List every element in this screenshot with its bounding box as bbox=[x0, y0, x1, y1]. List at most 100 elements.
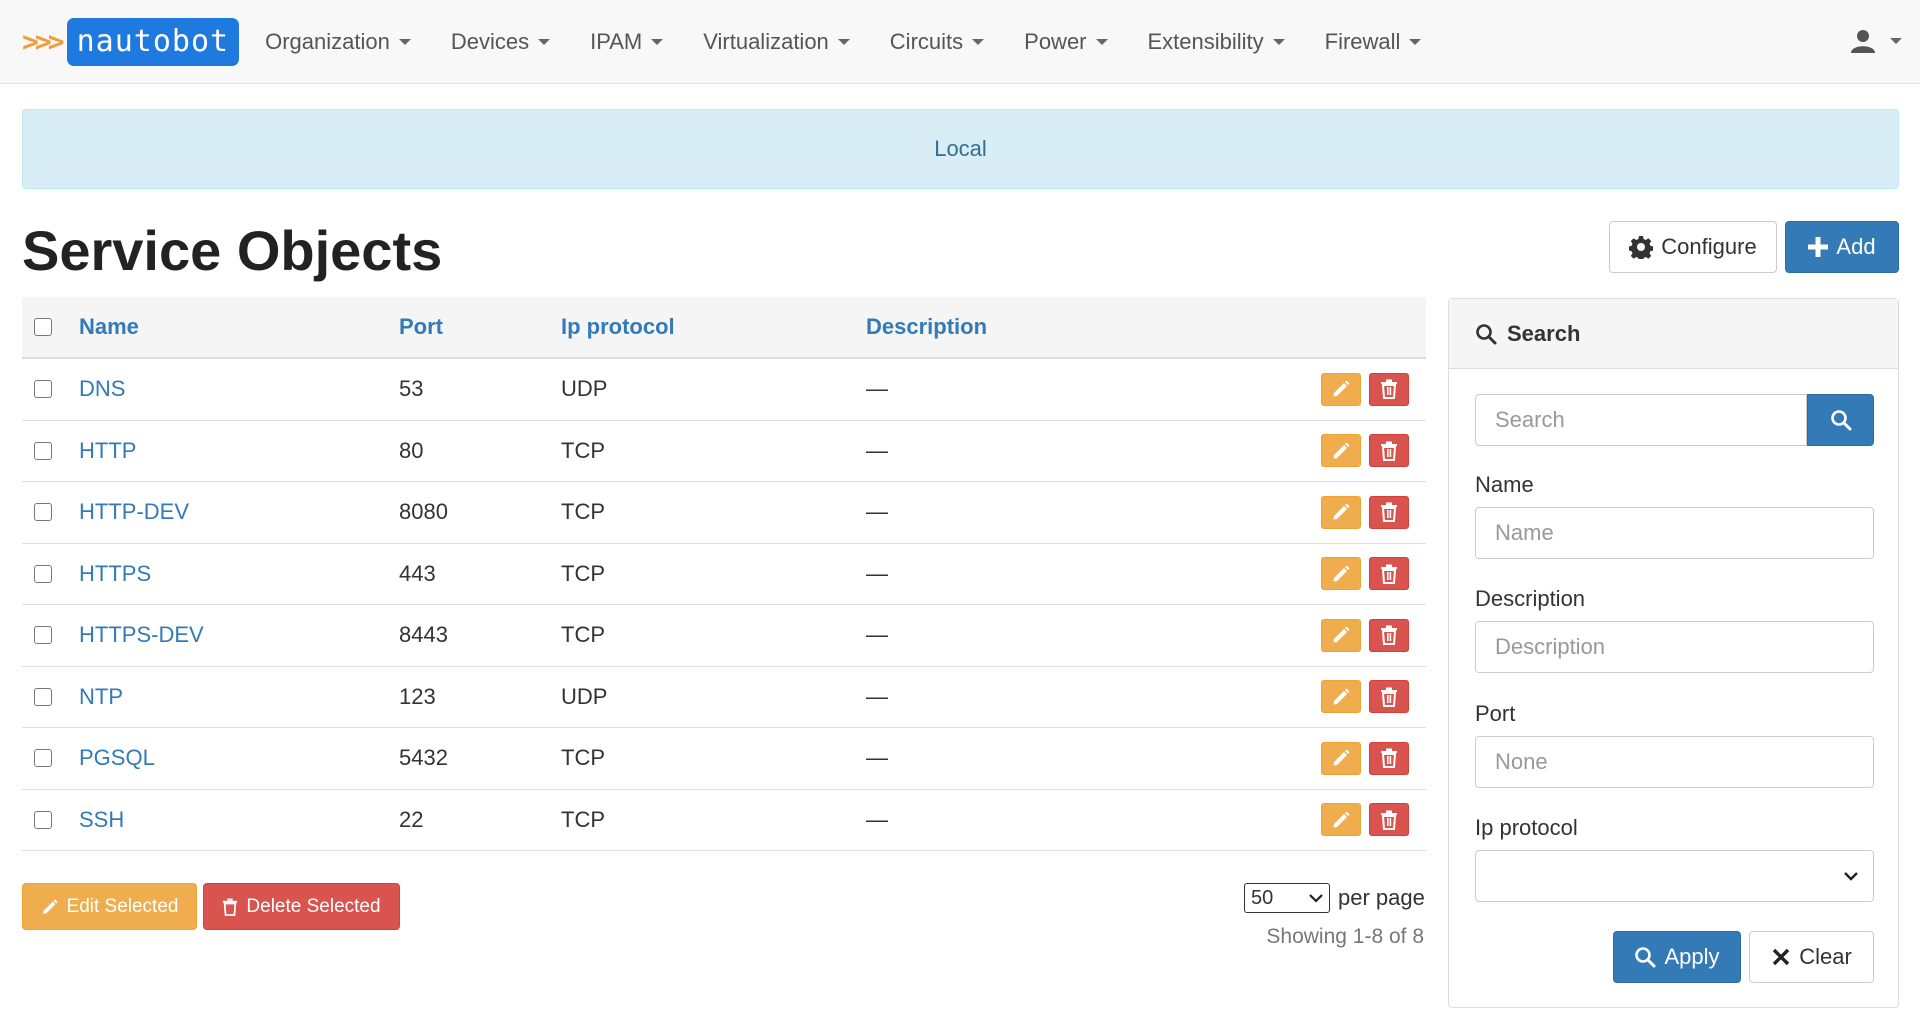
clear-button[interactable]: Clear bbox=[1749, 931, 1874, 983]
delete-row-button[interactable] bbox=[1369, 557, 1409, 591]
row-checkbox[interactable] bbox=[34, 380, 52, 399]
ip-protocol-cell: TCP bbox=[561, 499, 605, 525]
pencil-icon bbox=[1333, 626, 1350, 643]
edit-row-button[interactable] bbox=[1321, 372, 1361, 406]
service-name-link[interactable]: HTTP bbox=[79, 438, 136, 463]
ip-protocol-cell: TCP bbox=[561, 622, 605, 648]
nav-item-virtualization[interactable]: Virtualization bbox=[703, 29, 850, 55]
brand-logo[interactable]: >>> nautobot bbox=[22, 17, 240, 66]
row-checkbox[interactable] bbox=[34, 441, 52, 460]
row-checkbox[interactable] bbox=[34, 810, 52, 829]
nav-item-devices[interactable]: Devices bbox=[450, 28, 551, 55]
column-header-ip-protocol[interactable]: Ip protocol bbox=[561, 314, 866, 340]
delete-row-button[interactable] bbox=[1369, 680, 1409, 714]
apply-button[interactable]: Apply bbox=[1613, 931, 1741, 983]
search-submit-button[interactable] bbox=[1807, 394, 1874, 446]
edit-row-button[interactable] bbox=[1321, 803, 1361, 837]
user-menu[interactable] bbox=[1850, 28, 1902, 54]
per-page-select[interactable]: 50 bbox=[1244, 883, 1330, 913]
select-all-checkbox[interactable] bbox=[34, 318, 52, 336]
port-cell: 22 bbox=[399, 806, 424, 832]
pencil-icon bbox=[1333, 503, 1350, 520]
pencil-icon bbox=[1333, 565, 1350, 582]
brand-text: nautobot bbox=[66, 17, 240, 66]
ip-protocol-select[interactable] bbox=[1475, 850, 1874, 902]
pagination-summary: Showing 1-8 of 8 bbox=[1266, 925, 1424, 948]
delete-row-button[interactable] bbox=[1369, 803, 1409, 837]
row-checkbox[interactable] bbox=[34, 749, 52, 768]
edit-selected-button[interactable]: Edit Selected bbox=[22, 883, 197, 930]
service-name-link[interactable]: PGSQL bbox=[79, 745, 155, 770]
column-header-description[interactable]: Description bbox=[866, 314, 1321, 340]
plus-icon bbox=[1808, 237, 1829, 257]
edit-row-button[interactable] bbox=[1321, 495, 1361, 529]
nav-item-power[interactable]: Power bbox=[1024, 29, 1108, 55]
ip-protocol-cell: TCP bbox=[561, 745, 605, 771]
per-page-control: 50 per page bbox=[1244, 883, 1425, 913]
delete-row-button[interactable] bbox=[1369, 434, 1409, 468]
nav-item-organization[interactable]: Organization bbox=[265, 29, 411, 55]
service-name-link[interactable]: HTTPS-DEV bbox=[79, 622, 204, 647]
service-name-link[interactable]: NTP bbox=[79, 684, 123, 709]
service-name-link[interactable]: SSH bbox=[79, 807, 124, 832]
page-title: Service Objects bbox=[22, 219, 443, 282]
edit-row-button[interactable] bbox=[1321, 680, 1361, 714]
trash-icon bbox=[1381, 687, 1397, 707]
edit-row-button[interactable] bbox=[1321, 434, 1361, 468]
configure-button[interactable]: Configure bbox=[1609, 221, 1777, 273]
chevron-down-icon bbox=[1309, 894, 1323, 903]
nav-item-label: Circuits bbox=[889, 28, 964, 54]
ip-protocol-cell: TCP bbox=[561, 806, 605, 832]
port-field[interactable]: None bbox=[1475, 736, 1874, 788]
ip-protocol-field-label: Ip protocol bbox=[1475, 815, 1578, 840]
description-cell: — bbox=[866, 376, 888, 402]
caret-down-icon bbox=[538, 38, 551, 45]
search-icon bbox=[1634, 946, 1656, 968]
edit-selected-label: Edit Selected bbox=[66, 895, 179, 917]
service-name-link[interactable]: HTTP-DEV bbox=[79, 499, 189, 524]
row-checkbox[interactable] bbox=[34, 564, 52, 583]
row-checkbox[interactable] bbox=[34, 503, 52, 522]
trash-icon bbox=[222, 898, 238, 916]
chevron-down-icon bbox=[1844, 872, 1858, 881]
search-input[interactable]: Search bbox=[1475, 394, 1807, 446]
delete-row-button[interactable] bbox=[1369, 495, 1409, 529]
apply-label: Apply bbox=[1664, 944, 1720, 969]
trash-icon bbox=[1381, 379, 1397, 400]
close-icon bbox=[1771, 947, 1791, 967]
nav-item-label: Firewall bbox=[1324, 28, 1401, 54]
caret-down-icon bbox=[1272, 38, 1285, 45]
nav-item-circuits[interactable]: Circuits bbox=[889, 28, 985, 55]
delete-row-button[interactable] bbox=[1369, 618, 1409, 652]
delete-row-button[interactable] bbox=[1369, 741, 1409, 775]
table-header: Name Port Ip protocol Description bbox=[22, 297, 1426, 359]
trash-icon bbox=[1381, 810, 1397, 830]
nav-item-label: Virtualization bbox=[703, 28, 829, 54]
nav-item-ipam[interactable]: IPAM bbox=[590, 29, 664, 55]
port-cell: 53 bbox=[399, 376, 424, 402]
row-checkbox[interactable] bbox=[34, 687, 52, 706]
nav-item-label: Devices bbox=[450, 28, 530, 54]
table-row: PGSQL 5432 TCP — bbox=[22, 728, 1426, 790]
navbar: >>> nautobot Organization Devices IPAM V… bbox=[0, 0, 1920, 84]
add-button[interactable]: Add bbox=[1785, 221, 1899, 273]
delete-selected-button[interactable]: Delete Selected bbox=[203, 883, 400, 930]
column-header-name[interactable]: Name bbox=[79, 314, 399, 340]
per-page-value: 50 bbox=[1251, 886, 1274, 909]
edit-row-button[interactable] bbox=[1321, 618, 1361, 652]
description-field[interactable]: Description bbox=[1475, 621, 1874, 673]
edit-row-button[interactable] bbox=[1321, 741, 1361, 775]
column-header-port[interactable]: Port bbox=[399, 314, 561, 340]
name-field[interactable]: Name bbox=[1475, 507, 1874, 559]
service-name-link[interactable]: DNS bbox=[79, 376, 125, 401]
row-checkbox[interactable] bbox=[34, 626, 52, 645]
nav-item-extensibility[interactable]: Extensibility bbox=[1148, 29, 1285, 55]
edit-row-button[interactable] bbox=[1321, 557, 1361, 591]
service-name-link[interactable]: HTTPS bbox=[79, 561, 151, 586]
gear-icon bbox=[1629, 235, 1654, 259]
caret-down-icon bbox=[972, 38, 985, 45]
delete-row-button[interactable] bbox=[1369, 372, 1409, 406]
search-panel-title: Search bbox=[1507, 320, 1581, 346]
ip-protocol-cell: UDP bbox=[561, 683, 608, 709]
nav-item-firewall[interactable]: Firewall bbox=[1325, 29, 1422, 55]
